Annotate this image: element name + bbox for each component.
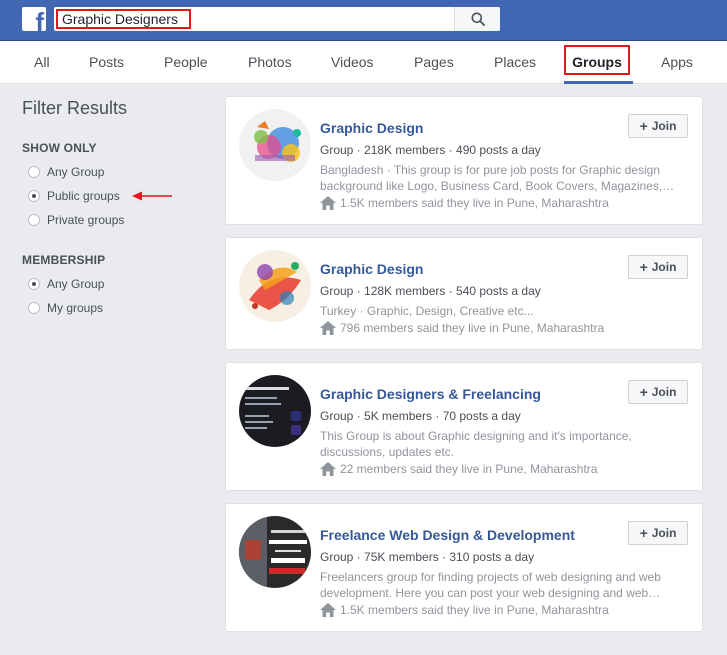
filter-results-title: Filter Results	[22, 98, 128, 118]
plus-icon: +	[639, 259, 648, 275]
tab-people[interactable]: People	[164, 41, 208, 84]
radio-label: Public groups	[47, 189, 120, 203]
tab-posts[interactable]: Posts	[89, 41, 124, 84]
join-group-button[interactable]: + Join	[628, 114, 688, 138]
active-tab-indicator	[564, 81, 633, 84]
search-tabs: All Posts People Photos Videos Pages Pla…	[0, 41, 727, 84]
group-description: This Group is about Graphic designing an…	[320, 429, 632, 459]
radio-button[interactable]	[28, 166, 40, 178]
radio-label: My groups	[47, 301, 104, 315]
radio-button[interactable]	[28, 302, 40, 314]
group-location-info: 1.5K members said they live in Pune, Mah…	[320, 603, 609, 617]
radio-button-selected[interactable]	[28, 190, 40, 202]
group-location-info: 22 members said they live in Pune, Mahar…	[320, 462, 597, 476]
tab-places[interactable]: Places	[494, 41, 536, 84]
search-input[interactable]	[56, 9, 191, 29]
red-arrow-annotation-icon	[132, 191, 172, 201]
radio-button[interactable]	[28, 214, 40, 226]
group-result-card: Graphic Design Group · 128K members · 54…	[225, 237, 703, 350]
group-description: Freelancers group for finding projects o…	[320, 570, 661, 600]
search-box	[54, 7, 500, 31]
group-meta: Group · 128K members · 540 posts a day	[320, 284, 541, 298]
radio-label: Any Group	[47, 277, 105, 291]
membership-heading: MEMBERSHIP	[22, 253, 106, 267]
filter-public-groups[interactable]: Public groups	[28, 188, 120, 204]
tab-apps[interactable]: Apps	[661, 41, 693, 84]
home-icon	[320, 196, 336, 210]
group-title-link[interactable]: Freelance Web Design & Development	[320, 527, 575, 543]
plus-icon: +	[639, 384, 648, 400]
radio-button-selected[interactable]	[28, 278, 40, 290]
tab-pages[interactable]: Pages	[414, 41, 454, 84]
join-group-button[interactable]: + Join	[628, 255, 688, 279]
group-avatar[interactable]	[239, 109, 311, 181]
membership-any-group[interactable]: Any Group	[28, 276, 104, 292]
tab-all[interactable]: All	[34, 41, 50, 84]
membership-my-groups[interactable]: My groups	[28, 300, 103, 316]
group-result-card: Freelance Web Design & Development Group…	[225, 503, 703, 632]
group-title-link[interactable]: Graphic Design	[320, 120, 423, 136]
group-meta: Group · 218K members · 490 posts a day	[320, 143, 541, 157]
home-icon	[320, 321, 336, 335]
location-text: 22 members said they live in Pune, Mahar…	[340, 462, 598, 476]
group-avatar[interactable]	[239, 516, 311, 588]
group-title-link[interactable]: Graphic Design	[320, 261, 423, 277]
location-text: 1.5K members said they live in Pune, Mah…	[340, 196, 609, 210]
plus-icon: +	[639, 118, 648, 134]
group-location-info: 1.5K members said they live in Pune, Mah…	[320, 196, 609, 210]
group-description: Turkey · Graphic, Design, Creative etc..…	[320, 304, 534, 318]
location-text: 796 members said they live in Pune, Maha…	[340, 321, 605, 335]
search-button[interactable]	[454, 7, 500, 31]
filter-any-group[interactable]: Any Group	[28, 164, 104, 180]
group-meta: Group · 5K members · 70 posts a day	[320, 409, 521, 423]
search-icon	[471, 12, 485, 26]
home-icon	[320, 462, 336, 476]
radio-label: Private groups	[47, 213, 125, 227]
group-meta: Group · 75K members · 310 posts a day	[320, 550, 535, 564]
radio-label: Any Group	[47, 165, 105, 179]
group-description: Bangladesh · This group is for pure job …	[320, 163, 675, 193]
facebook-logo-icon[interactable]: f	[22, 7, 46, 31]
group-result-card: Graphic Design Group · 218K members · 49…	[225, 96, 703, 225]
filter-private-groups[interactable]: Private groups	[28, 212, 124, 228]
location-text: 1.5K members said they live in Pune, Mah…	[340, 603, 609, 617]
group-avatar[interactable]	[239, 375, 311, 447]
tab-videos[interactable]: Videos	[331, 41, 374, 84]
group-result-card: Graphic Designers & Freelancing Group · …	[225, 362, 703, 491]
tab-groups[interactable]: Groups	[564, 41, 630, 84]
group-location-info: 796 members said they live in Pune, Maha…	[320, 321, 604, 335]
join-group-button[interactable]: + Join	[628, 521, 688, 545]
join-group-button[interactable]: + Join	[628, 380, 688, 404]
tab-photos[interactable]: Photos	[248, 41, 292, 84]
home-icon	[320, 603, 336, 617]
show-only-heading: SHOW ONLY	[22, 141, 97, 155]
group-title-link[interactable]: Graphic Designers & Freelancing	[320, 386, 541, 402]
plus-icon: +	[639, 525, 648, 541]
group-avatar[interactable]	[239, 250, 311, 322]
top-bar: f	[0, 0, 727, 41]
